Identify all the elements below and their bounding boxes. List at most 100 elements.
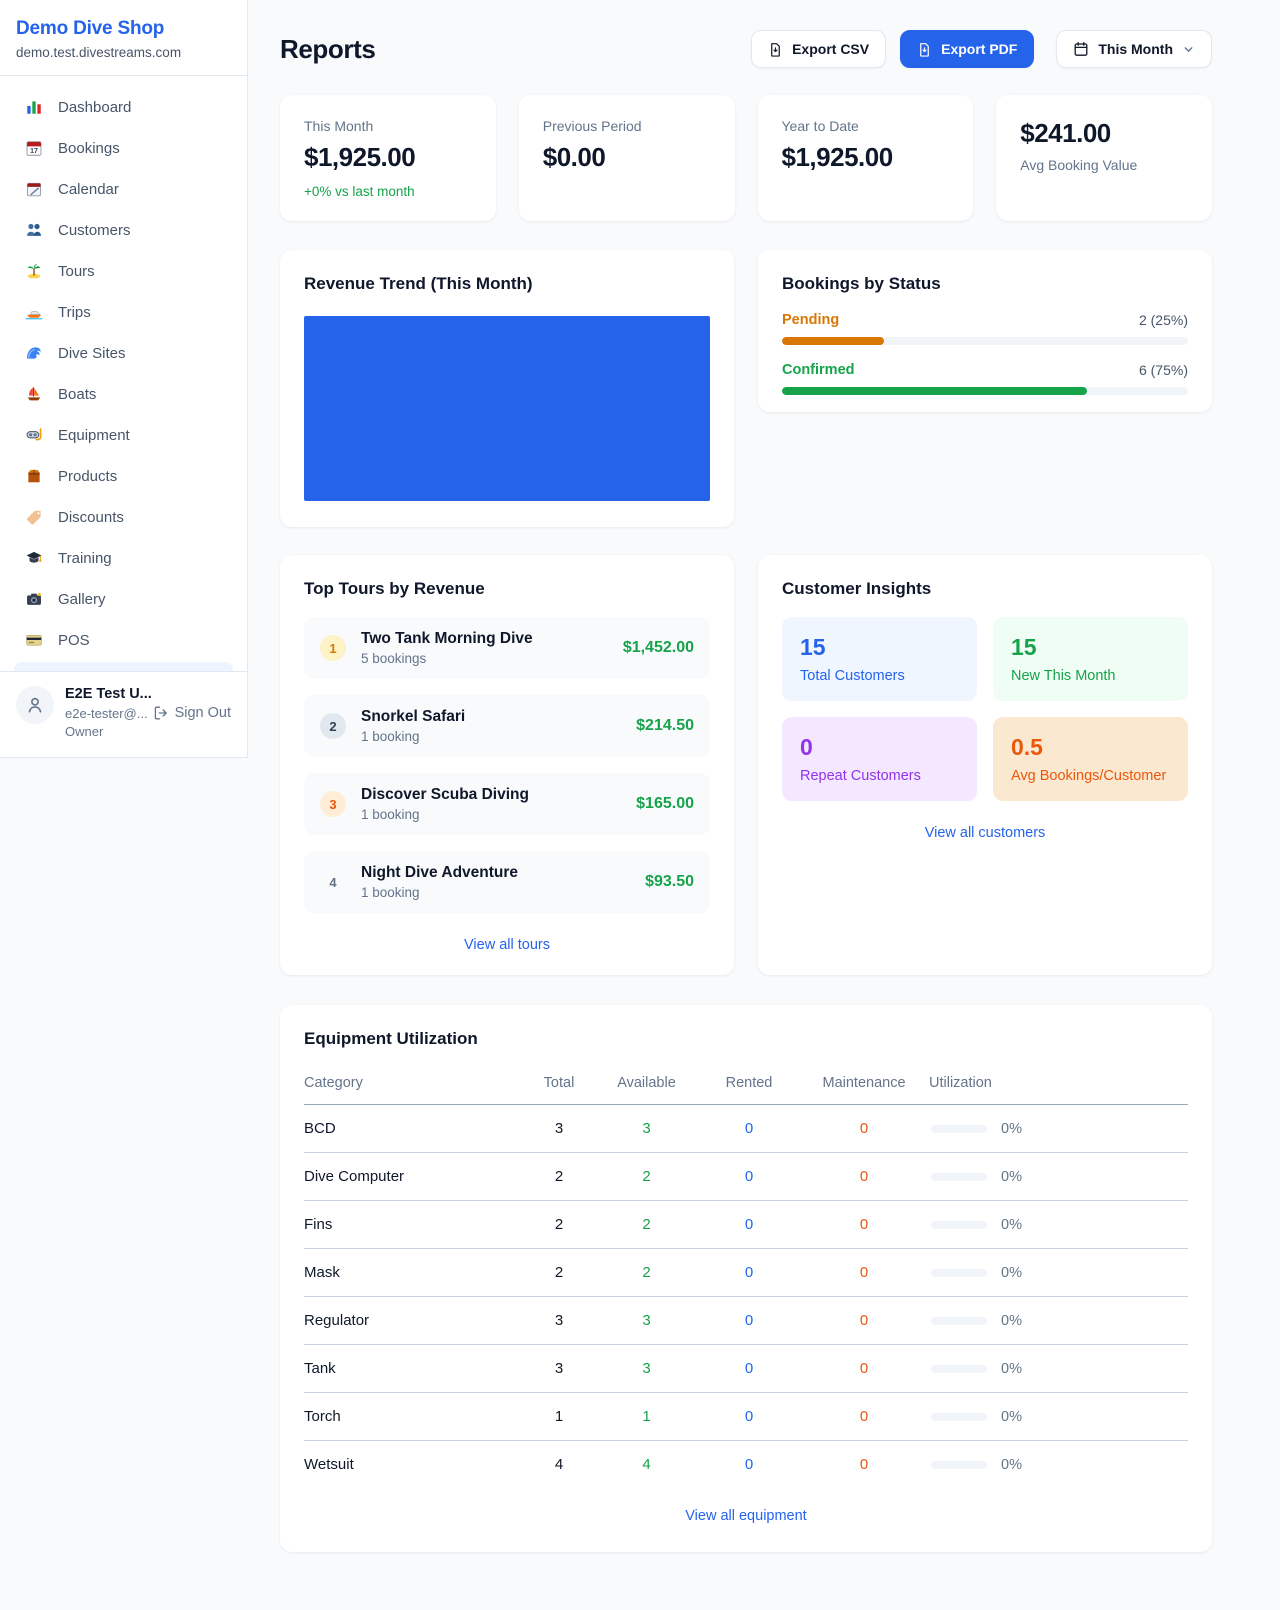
training-icon (24, 549, 44, 567)
status-row-confirmed: Confirmed6 (75%) (782, 362, 1188, 395)
column-header-category: Category (304, 1067, 524, 1105)
cell-maintenance: 0 (799, 1441, 929, 1489)
sidebar-item-equipment[interactable]: Equipment (12, 416, 235, 454)
cell-available: 1 (594, 1393, 699, 1441)
user-email: e2e-tester@... (65, 706, 148, 721)
equipment-row: Regulator33000% (304, 1297, 1188, 1345)
page-title: Reports (280, 34, 375, 65)
utilization-percent: 0% (1001, 1361, 1022, 1377)
tour-bookings: 1 booking (361, 807, 621, 822)
sidebar-item-label: Dashboard (58, 99, 131, 116)
period-dropdown[interactable]: This Month (1056, 30, 1212, 68)
utilization-percent: 0% (1001, 1217, 1022, 1233)
insight-value: 0.5 (1011, 734, 1170, 761)
utilization-track (931, 1317, 987, 1325)
stat-card-avg-booking: $241.00 Avg Booking Value (996, 95, 1212, 221)
sidebar-item-boats[interactable]: Boats (12, 375, 235, 413)
sidebar-item-label: Training (58, 550, 112, 567)
cell-category: Fins (304, 1201, 524, 1249)
chevron-down-icon (1182, 43, 1195, 56)
revenue-trend-card: Revenue Trend (This Month) (280, 250, 734, 527)
sidebar-item-training[interactable]: Training (12, 539, 235, 577)
stat-card-this-month: This Month $1,925.00 +0% vs last month (280, 95, 496, 221)
cell-utilization: 0% (929, 1297, 1188, 1345)
cell-rented: 0 (699, 1105, 799, 1153)
cell-category: Tank (304, 1345, 524, 1393)
sidebar-item-dive-sites[interactable]: Dive Sites (12, 334, 235, 372)
insight-value: 15 (1011, 634, 1170, 661)
cell-category: Regulator (304, 1297, 524, 1345)
view-all-customers-link[interactable]: View all customers (782, 825, 1188, 841)
cell-rented: 0 (699, 1297, 799, 1345)
calendar-icon (24, 180, 44, 198)
app-window: Demo Dive Shop demo.test.divestreams.com… (0, 0, 1280, 1592)
card-title: Bookings by Status (782, 274, 1188, 294)
sidebar-item-calendar[interactable]: Calendar (12, 170, 235, 208)
sidebar-item-trips[interactable]: Trips (12, 293, 235, 331)
sidebar-item-tours[interactable]: Tours (12, 252, 235, 290)
export-csv-button[interactable]: Export CSV (751, 30, 886, 68)
cell-rented: 0 (699, 1153, 799, 1201)
user-footer: E2E Test U... e2e-tester@... Sign Out (0, 671, 247, 757)
cell-category: Dive Computer (304, 1153, 524, 1201)
insight-tile-total-customers: 15Total Customers (782, 617, 977, 701)
file-export-icon (768, 42, 783, 57)
stat-value: $0.00 (543, 142, 711, 173)
sidebar-item-bookings[interactable]: 17Bookings (12, 129, 235, 167)
sign-out-button[interactable]: Sign Out (153, 705, 231, 721)
cell-available: 3 (594, 1345, 699, 1393)
tour-name: Discover Scuba Diving (361, 786, 621, 804)
bookings-status-card: Bookings by Status Pending2 (25%)Confirm… (758, 250, 1212, 412)
equipment-row: Torch11000% (304, 1393, 1188, 1441)
file-export-icon (917, 42, 932, 57)
sidebar-item-gallery[interactable]: Gallery (12, 580, 235, 618)
rank-badge: 1 (320, 635, 346, 661)
cell-utilization: 0% (929, 1441, 1188, 1489)
revenue-chart-block (304, 316, 710, 501)
utilization-track (931, 1173, 987, 1181)
dive-sites-icon (24, 344, 44, 362)
cell-rented: 0 (699, 1393, 799, 1441)
stat-value: $1,925.00 (304, 142, 472, 173)
brand-name[interactable]: Demo Dive Shop (16, 18, 231, 40)
sidebar-item-label: Trips (58, 304, 91, 321)
utilization-track (931, 1365, 987, 1373)
cell-maintenance: 0 (799, 1297, 929, 1345)
cell-maintenance: 0 (799, 1153, 929, 1201)
cell-rented: 0 (699, 1345, 799, 1393)
status-progress-track (782, 337, 1188, 345)
cell-total: 2 (524, 1201, 594, 1249)
status-count: 2 (25%) (1139, 312, 1188, 328)
sidebar-item-label: Gallery (58, 591, 106, 608)
brand-domain: demo.test.divestreams.com (16, 45, 231, 60)
utilization-track (931, 1125, 987, 1133)
cell-utilization: 0% (929, 1105, 1188, 1153)
export-pdf-button[interactable]: Export PDF (900, 30, 1034, 68)
cell-available: 4 (594, 1441, 699, 1489)
cell-utilization: 0% (929, 1345, 1188, 1393)
brand-block: Demo Dive Shop demo.test.divestreams.com (0, 0, 247, 76)
rank-badge: 3 (320, 791, 346, 817)
utilization-percent: 0% (1001, 1457, 1022, 1473)
view-all-equipment-link[interactable]: View all equipment (304, 1508, 1188, 1524)
sidebar-item-label: Tours (58, 263, 95, 280)
tour-row: 4Night Dive Adventure1 booking$93.50 (304, 851, 710, 913)
equipment-row: Tank33000% (304, 1345, 1188, 1393)
cell-category: BCD (304, 1105, 524, 1153)
utilization-percent: 0% (1001, 1409, 1022, 1425)
sidebar: Demo Dive Shop demo.test.divestreams.com… (0, 0, 248, 1592)
sidebar-item-customers[interactable]: Customers (12, 211, 235, 249)
equipment-row: BCD33000% (304, 1105, 1188, 1153)
view-all-tours-link[interactable]: View all tours (304, 937, 710, 953)
sidebar-item-label: POS (58, 632, 90, 649)
sidebar-item-pos[interactable]: POS (12, 621, 235, 659)
user-name: E2E Test U... (65, 686, 231, 702)
bookings-icon: 17 (24, 139, 44, 157)
sidebar-item-products[interactable]: Products (12, 457, 235, 495)
sidebar-item-dashboard[interactable]: Dashboard (12, 88, 235, 126)
sidebar-item-discounts[interactable]: Discounts (12, 498, 235, 536)
rank-badge: 2 (320, 713, 346, 739)
stat-delta: +0% vs last month (304, 184, 472, 199)
cell-available: 3 (594, 1105, 699, 1153)
tour-name: Two Tank Morning Dive (361, 630, 608, 648)
